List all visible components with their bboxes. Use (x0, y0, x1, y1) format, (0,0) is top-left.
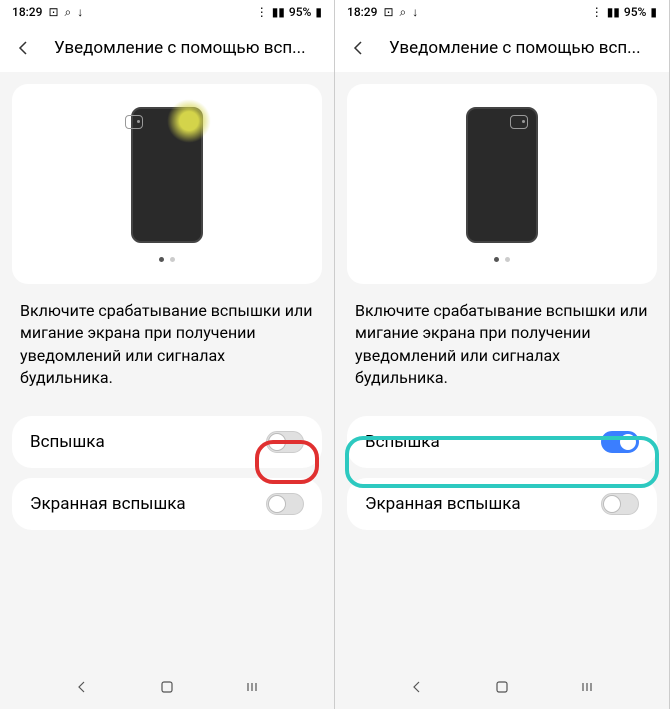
preview-card[interactable] (12, 84, 322, 284)
signal-icon: ▮▮ (607, 5, 620, 19)
nav-bar (335, 667, 669, 709)
search-status-icon: ⌕ (65, 5, 72, 20)
page-indicator (494, 257, 510, 262)
dot-active (159, 257, 164, 262)
signal-icon: ▮▮ (272, 5, 285, 19)
screen-flash-toggle[interactable] (266, 493, 304, 515)
screen-flash-setting-row[interactable]: Экранная вспышка (347, 478, 657, 530)
screen-flash-label: Экранная вспышка (30, 494, 186, 514)
nav-home-icon[interactable] (160, 679, 174, 698)
nav-bar (0, 667, 334, 709)
back-button[interactable] (341, 30, 377, 66)
battery-icon: ▮ (315, 5, 322, 19)
phone-mockup (131, 107, 203, 243)
description-text: Включите срабатывание вспышки или мигани… (335, 284, 669, 406)
nav-back-icon[interactable] (75, 679, 89, 698)
search-status-icon: ⌕ (400, 5, 407, 20)
preview-card[interactable] (347, 84, 657, 284)
screen-right: 18:29 ⊡ ⌕ ↓ ⋮ ▮▮ 95% ▮ Уведомление с пом… (335, 0, 670, 709)
flash-setting-row[interactable]: Вспышка (347, 416, 657, 468)
flash-setting-row[interactable]: Вспышка (12, 416, 322, 468)
page-indicator (159, 257, 175, 262)
page-title: Уведомление с помощью всп... (389, 38, 663, 58)
screen-flash-toggle[interactable] (601, 493, 639, 515)
header: Уведомление с помощью всп... (335, 24, 669, 72)
screen-left: 18:29 ⊡ ⌕ ↓ ⋮ ▮▮ 95% ▮ Уведомление с пом… (0, 0, 335, 709)
wifi-icon: ⋮ (256, 5, 268, 19)
camera-module-icon (125, 115, 143, 129)
screen-flash-label: Экранная вспышка (365, 494, 521, 514)
phone-status-icon: ↓ (77, 5, 83, 19)
dot (170, 257, 175, 262)
flash-toggle[interactable] (266, 431, 304, 453)
flash-label: Вспышка (365, 432, 440, 452)
status-bar: 18:29 ⊡ ⌕ ↓ ⋮ ▮▮ 95% ▮ (0, 0, 334, 24)
screen-flash-setting-row[interactable]: Экранная вспышка (12, 478, 322, 530)
status-bar: 18:29 ⊡ ⌕ ↓ ⋮ ▮▮ 95% ▮ (335, 0, 669, 24)
back-button[interactable] (6, 30, 42, 66)
nav-home-icon[interactable] (495, 679, 509, 698)
phone-mockup (466, 107, 538, 243)
status-battery: 95% (289, 5, 311, 19)
page-title: Уведомление с помощью всп... (54, 38, 328, 58)
phone-status-icon: ↓ (412, 5, 418, 19)
nav-recent-icon[interactable] (580, 679, 594, 698)
battery-icon: ▮ (650, 5, 657, 19)
status-icon: ⊡ (383, 5, 393, 19)
status-icon: ⊡ (48, 5, 58, 19)
status-battery: 95% (624, 5, 646, 19)
camera-module-icon (510, 115, 528, 129)
description-text: Включите срабатывание вспышки или мигани… (0, 284, 334, 406)
back-icon (351, 40, 367, 56)
dot (505, 257, 510, 262)
nav-recent-icon[interactable] (245, 679, 259, 698)
flash-label: Вспышка (30, 432, 105, 452)
status-time: 18:29 (12, 5, 42, 19)
status-time: 18:29 (347, 5, 377, 19)
back-icon (16, 40, 32, 56)
dot-active (494, 257, 499, 262)
wifi-icon: ⋮ (591, 5, 603, 19)
nav-back-icon[interactable] (410, 679, 424, 698)
header: Уведомление с помощью всп... (0, 24, 334, 72)
flash-glow-icon (167, 99, 211, 143)
flash-toggle[interactable] (601, 431, 639, 453)
